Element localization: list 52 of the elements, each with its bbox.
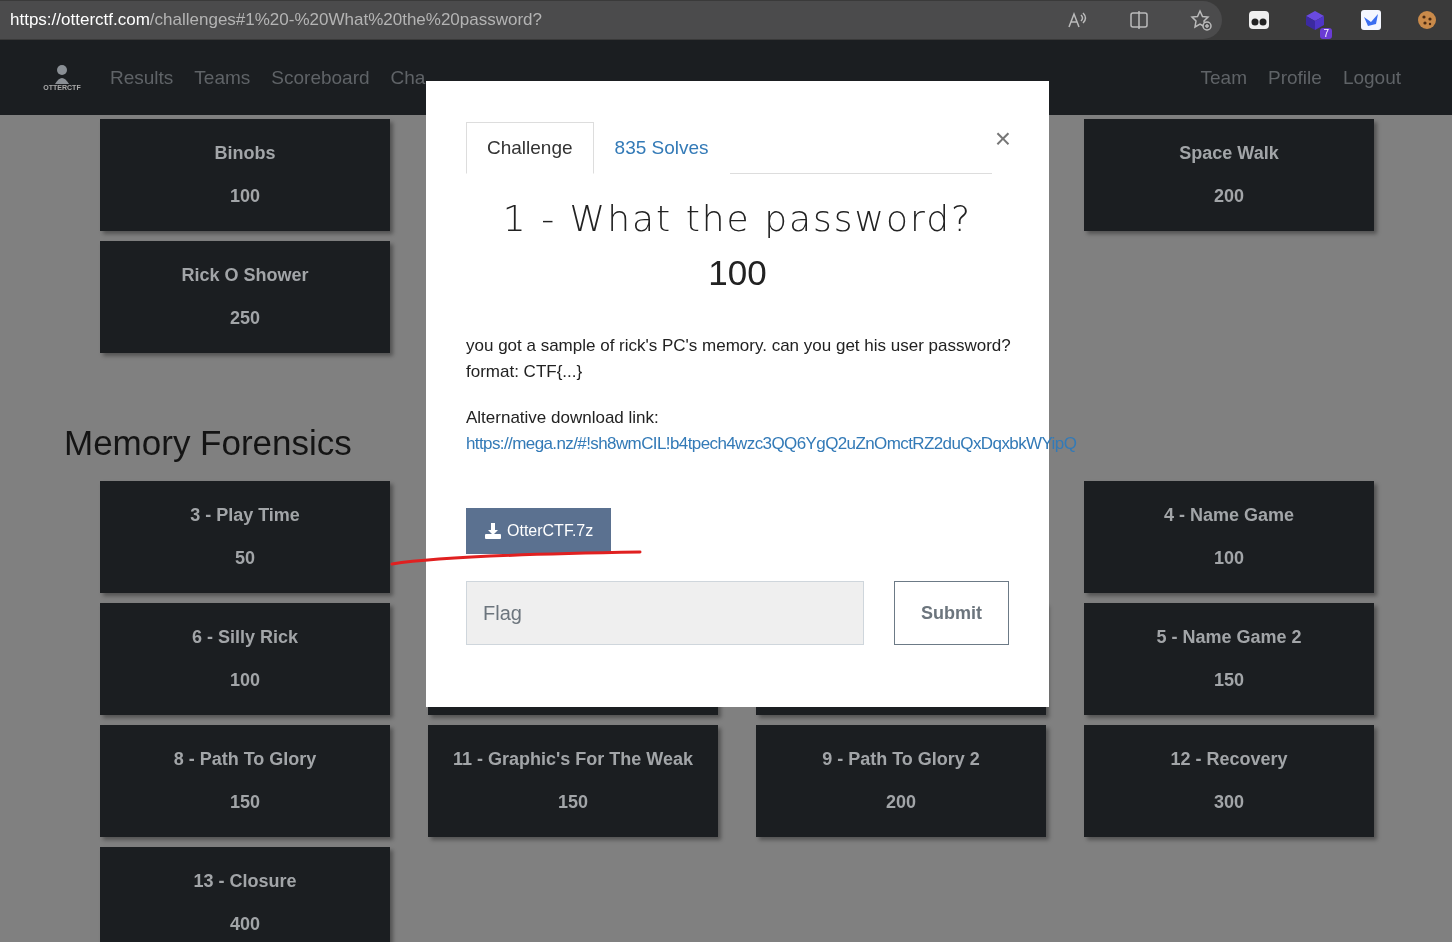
challenge-name: 11 - Graphic's For The Weak	[453, 749, 693, 770]
challenge-name: 12 - Recovery	[1170, 749, 1288, 770]
extension-badge: 7	[1320, 28, 1332, 39]
goggles-icon[interactable]	[1248, 9, 1270, 31]
challenge-name: 9 - Path To Glory 2	[822, 749, 980, 770]
challenge-card[interactable]: 5 - Name Game 2 150	[1084, 603, 1374, 715]
challenge-card[interactable]: Space Walk 200	[1084, 119, 1374, 231]
challenge-points: 150	[229, 792, 260, 813]
download-button[interactable]: OtterCTF.7z	[466, 508, 612, 554]
challenge-points: 100	[229, 670, 260, 691]
split-screen-icon[interactable]	[1128, 9, 1150, 31]
challenge-card[interactable]: 6 - Silly Rick 100	[100, 603, 390, 715]
challenge-card[interactable]: 3 - Play Time 50	[100, 481, 390, 593]
challenge-description: you got a sample of rick's PC's memory. can you get his user password? format: CTF{...}	[466, 335, 1009, 383]
alt-download-label: Alternative download link:	[466, 407, 660, 429]
cookie-icon[interactable]	[1416, 9, 1438, 31]
challenge-card[interactable]: 11 - Graphic's For The Weak 150	[428, 725, 718, 837]
challenge-points: 50	[235, 548, 255, 569]
challenge-points: 200	[1213, 186, 1244, 207]
challenge-name: 4 - Name Game	[1163, 505, 1295, 526]
challenge-card[interactable]: 4 - Name Game 100	[1084, 481, 1374, 593]
challenge-points: 100	[1213, 548, 1244, 569]
challenge-name: 8 - Path To Glory	[173, 749, 317, 770]
section-title: Memory Forensics	[64, 423, 352, 463]
challenge-name: Binobs	[214, 143, 276, 164]
challenge-name: 6 - Silly Rick	[191, 627, 299, 648]
challenge-card[interactable]: 13 - Closure 400	[100, 847, 390, 942]
challenge-card[interactable]: 12 - Recovery 300	[1084, 725, 1374, 837]
download-icon	[484, 522, 502, 540]
challenge-card[interactable]: Binobs 100	[100, 119, 390, 231]
challenge-points: 150	[1213, 670, 1244, 691]
challenge-card[interactable]: 9 - Path To Glory 2 200	[756, 725, 1046, 837]
challenge-name: 13 - Closure	[193, 871, 297, 892]
challenge-points-value: 100	[707, 253, 768, 293]
challenge-card[interactable]: Rick O Shower 250	[100, 241, 390, 353]
challenge-title: 1 - What the password?	[501, 198, 974, 239]
challenge-points: 400	[229, 914, 260, 935]
flag-input[interactable]: Flag	[466, 581, 864, 645]
challenge-points: 200	[885, 792, 916, 813]
modal-tab[interactable]: Challenge	[466, 122, 594, 174]
challenge-points: 150	[557, 792, 588, 813]
challenge-points: 250	[229, 308, 260, 329]
challenge-name: Rick O Shower	[181, 265, 309, 286]
challenge-name: Space Walk	[1179, 143, 1279, 164]
challenge-card[interactable]: 8 - Path To Glory 150	[100, 725, 390, 837]
challenge-name: 3 - Play Time	[190, 505, 300, 526]
favorite-star-icon[interactable]	[1190, 9, 1212, 31]
challenge-name: 5 - Name Game 2	[1156, 627, 1302, 648]
challenge-points: 100	[229, 186, 260, 207]
submit-button[interactable]: Submit	[894, 581, 1009, 645]
challenge-points: 300	[1213, 792, 1244, 813]
close-button[interactable]: ×	[994, 125, 1011, 153]
